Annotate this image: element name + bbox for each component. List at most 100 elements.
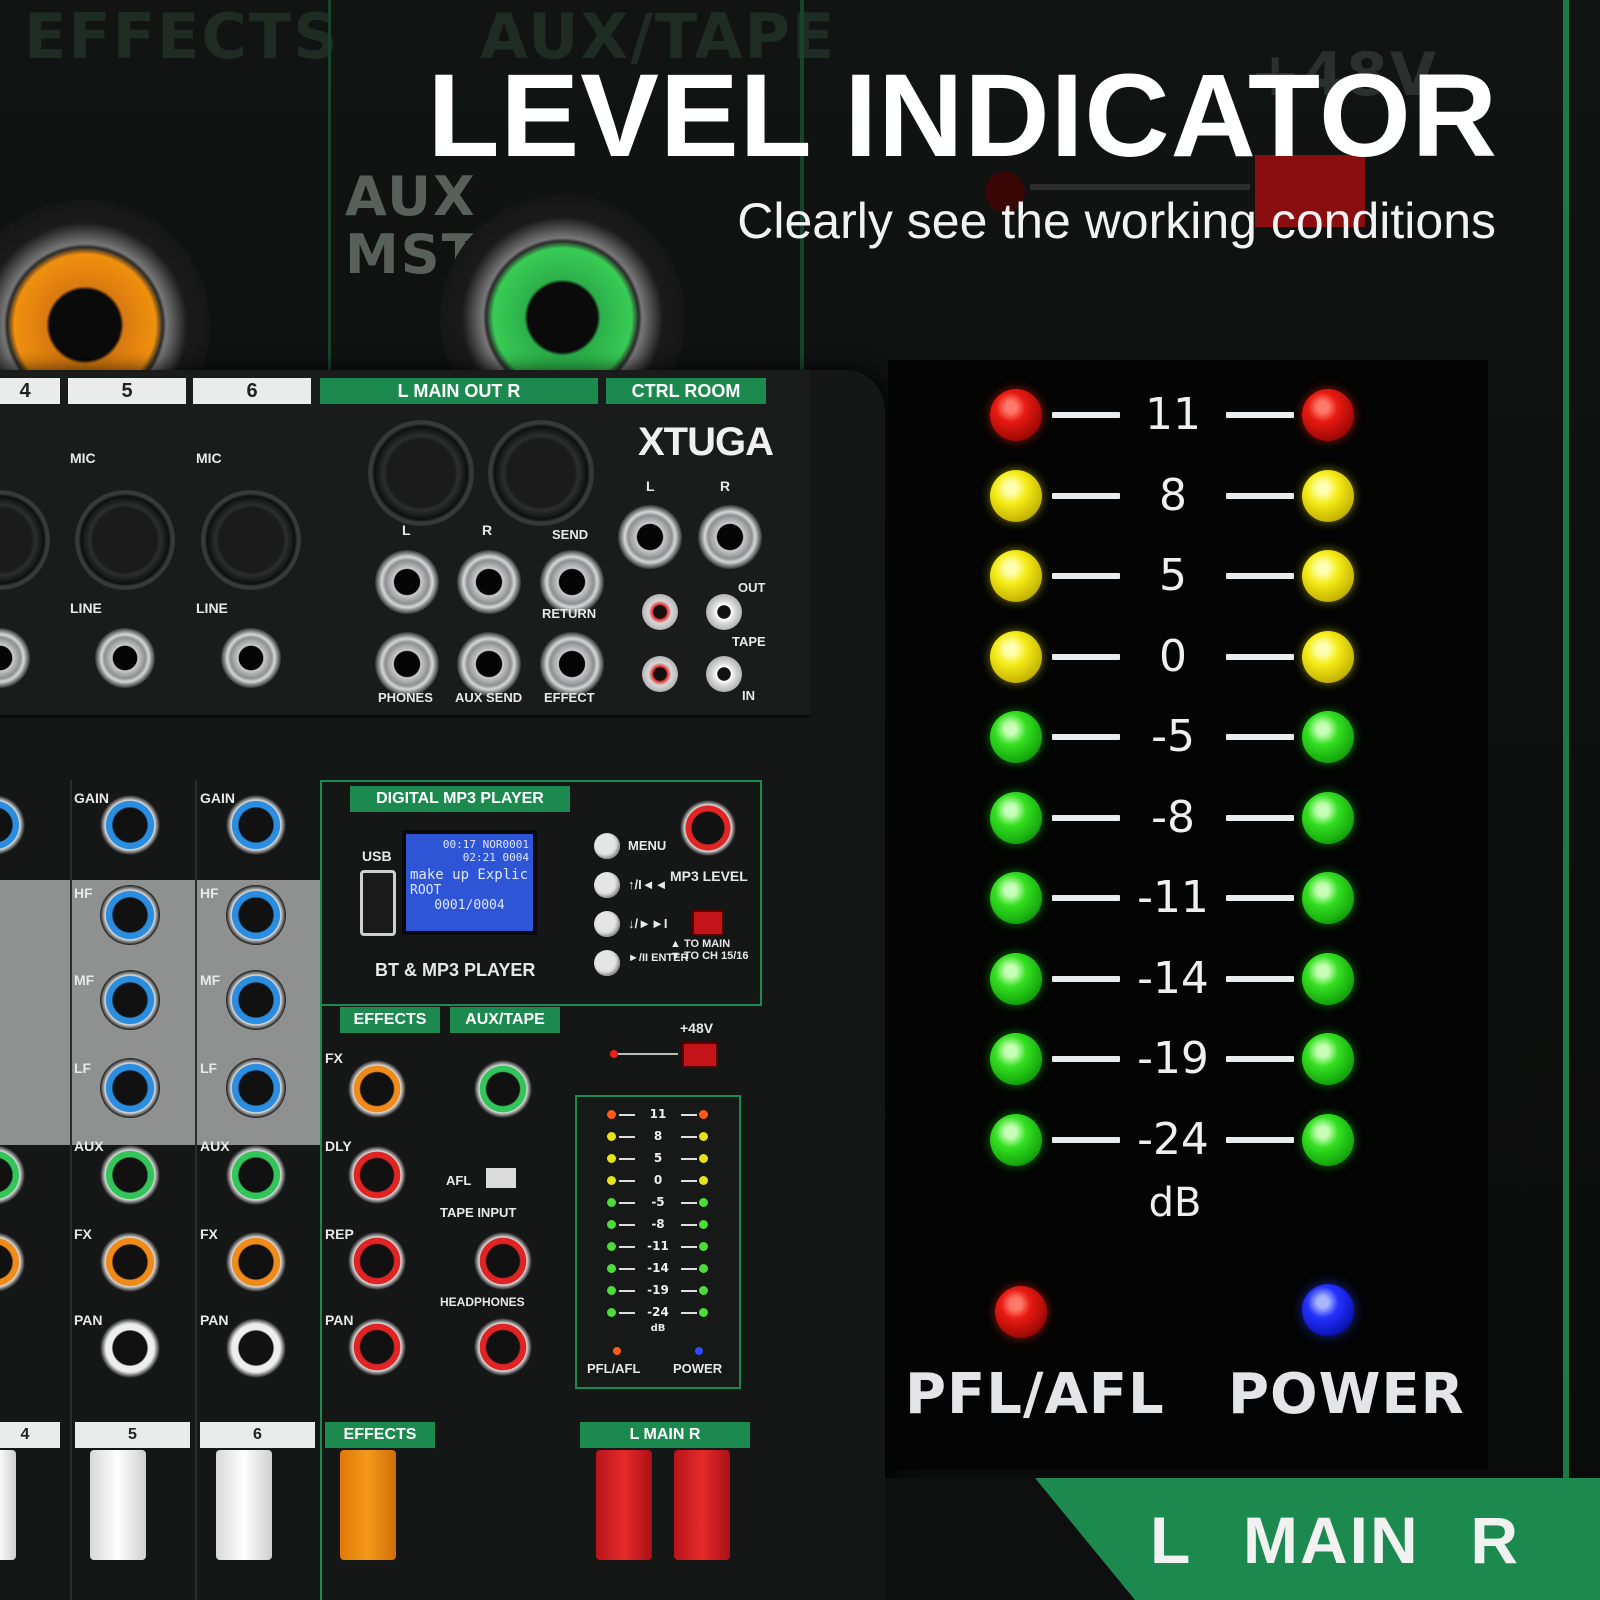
mini-led-right [699,1264,708,1273]
fx-knob[interactable] [100,1232,160,1292]
phantom-switch[interactable] [682,1042,718,1068]
aux-knob[interactable] [0,1145,25,1205]
lcd-line: 02:21 0004 [462,851,529,864]
meter-led-left [990,791,1042,844]
line-input-jack [221,628,281,688]
gain-knob[interactable] [0,795,25,855]
headphones-knob[interactable] [474,1318,532,1376]
mini-power-label: POWER [673,1361,723,1376]
tape-input-label: TAPE INPUT [440,1205,517,1220]
mp3-level-knob[interactable] [680,800,736,856]
pan-knob[interactable] [100,1318,160,1378]
mini-led-right [699,1154,708,1163]
lf-knob[interactable] [226,1058,286,1118]
pan-knob[interactable] [226,1318,286,1378]
main-fader-left[interactable] [596,1450,652,1560]
meter-tick [1052,1056,1120,1062]
mini-led-right [699,1176,708,1185]
main-fader-right[interactable] [674,1450,730,1560]
mini-tick [681,1136,697,1138]
mini-led-right [699,1308,708,1317]
meter-db-value: 5 [1159,550,1187,601]
mini-led-left [607,1242,616,1251]
bg-phantom-line [1030,184,1250,190]
ctrl-l-label: L [646,478,655,494]
aux-knob[interactable] [226,1145,286,1205]
meter-tick [1226,1136,1294,1143]
aux-label: AUX [74,1138,104,1154]
usb-port[interactable] [360,870,396,936]
meter-db-value: 11 [1145,389,1201,440]
effect-jack [540,632,604,696]
meter-db-value: -8 [1151,791,1195,843]
route-switch[interactable] [692,910,724,936]
meter-db-value: -5 [1151,711,1195,762]
meter-led-right [1302,872,1354,924]
channel-tab: 6 [193,378,311,404]
channel-fader[interactable] [90,1450,146,1560]
meter-tick [1226,975,1294,982]
mini-db-value: 11 [649,1107,667,1121]
meter-tick [1052,653,1120,660]
mini-tick [681,1290,697,1292]
hf-knob[interactable] [100,885,160,945]
gain-label: GAIN [200,790,235,806]
mini-level-meter: 11 8 5 0 -5 -8 -11 -14 -19 -24 dB PFL/AFL POWER [575,1095,741,1389]
ctrl-room-jack-left [618,505,682,569]
aux-knob[interactable] [100,1145,160,1205]
mini-db-value: -19 [647,1283,669,1297]
line-input-jack [0,628,30,688]
bottom-effects-tab: EFFECTS [325,1422,435,1448]
prev-button[interactable] [594,872,620,898]
send-label: SEND [552,527,589,542]
hf-knob[interactable] [226,885,286,945]
channel-fader[interactable] [0,1450,16,1560]
meter-row: 0 [990,625,1360,689]
meter-led-left [990,389,1042,441]
aux-tape-section-tab: AUX/TAPE [450,1007,560,1033]
main-out-xlr-left [368,420,474,526]
meter-row: -8 [990,786,1360,850]
rca-jack-red [642,594,678,630]
tape-input-knob[interactable] [474,1232,532,1290]
effects-fader[interactable] [340,1450,396,1560]
bt-mp3-caption: BT & MP3 PLAYER [375,960,536,980]
afl-switch[interactable] [486,1168,516,1188]
main-out-xlr-right [488,420,594,526]
bottom-channel-tab: 5 [75,1422,190,1448]
meter-db-value: -24 [1137,1113,1209,1165]
fx-knob[interactable] [0,1232,25,1292]
lf-knob[interactable] [100,1058,160,1118]
meter-tick [1226,492,1294,499]
fx-knob[interactable] [226,1232,286,1292]
mini-led-right [699,1286,708,1295]
channel-fader[interactable] [216,1450,272,1560]
main-label: L MAIN R [1150,1485,1520,1595]
meter-led-left [990,952,1042,1005]
effects-dly-knob[interactable] [348,1146,406,1204]
mini-led-left [607,1132,616,1141]
mini-led-left [607,1198,616,1207]
meter-tick [1052,734,1120,740]
gain-knob[interactable] [100,795,160,855]
meter-led-left [990,1033,1042,1085]
meter-led-left [990,711,1042,763]
meter-db-value: -19 [1137,1033,1209,1084]
next-button[interactable] [594,911,620,937]
mini-tick [681,1180,697,1182]
mini-tick [619,1114,635,1116]
gain-knob[interactable] [226,795,286,855]
menu-button[interactable] [594,833,620,859]
mf-knob[interactable] [226,970,286,1030]
effects-fx-knob[interactable] [348,1060,406,1118]
aux-mst-knob[interactable] [474,1060,532,1118]
play-pause-button[interactable] [594,950,620,976]
ctrl-room-tab: CTRL ROOM [606,378,766,404]
effects-rep-knob[interactable] [348,1232,406,1290]
rca-jack-white [706,594,742,630]
lcd-line: 00:17 NOR0001 [442,838,529,851]
mini-led-right [699,1110,708,1119]
mf-knob[interactable] [100,970,160,1030]
effects-pan-knob[interactable] [348,1318,406,1376]
xlr-input-jack [0,490,50,590]
